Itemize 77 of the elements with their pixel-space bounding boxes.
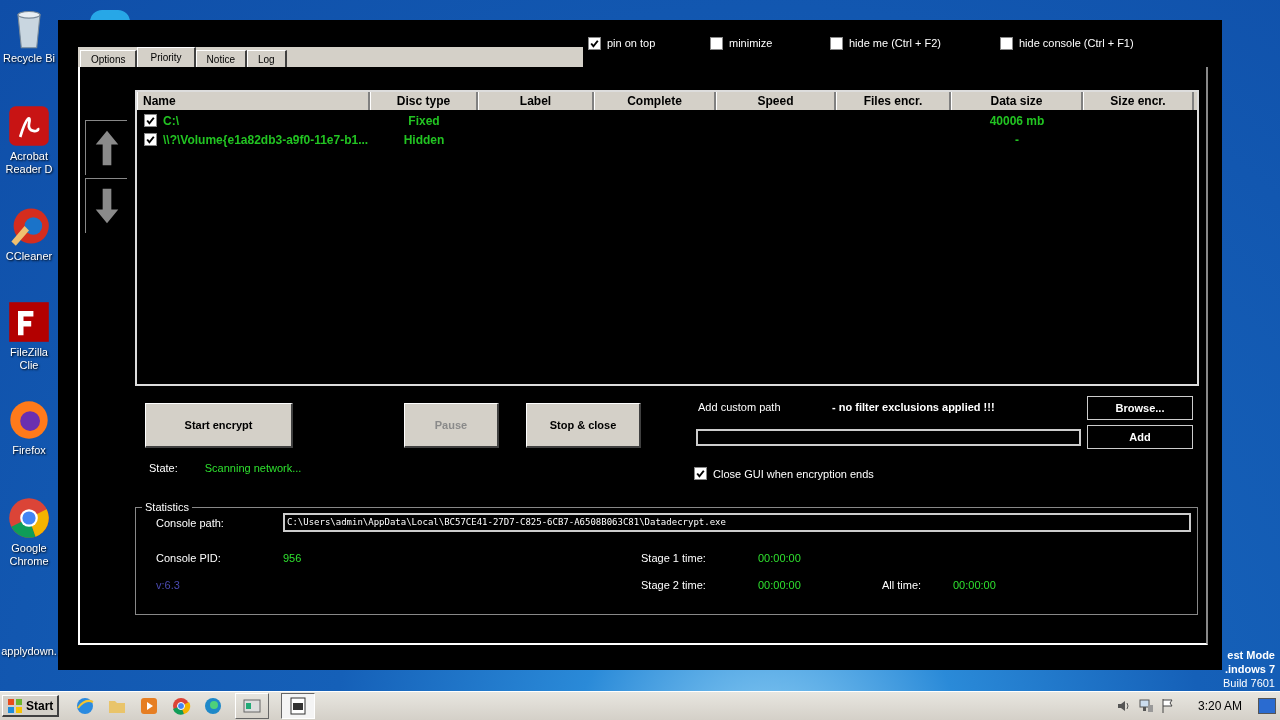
stage-time-label: Stage 1 time: xyxy=(641,551,707,564)
checkbox-label: Close GUI when encryption ends xyxy=(713,467,874,480)
state-value: Scanning network... xyxy=(204,462,302,474)
os-info-text: est Mode xyxy=(1227,648,1275,662)
table-cell: Fixed xyxy=(408,113,440,128)
console-path-field[interactable]: C:\Users\admin\AppData\Local\BC57CE41-27D7-C825-6CB7-A6508B063C81\Datadecrypt.exe xyxy=(283,513,1191,532)
tab[interactable]: Options xyxy=(80,50,138,67)
speaker-icon[interactable] xyxy=(1115,698,1132,714)
checkbox[interactable] xyxy=(588,36,601,50)
icon-label[interactable]: Recycle Bi xyxy=(3,52,55,65)
clock[interactable]: 3:20 AM xyxy=(1197,699,1242,713)
tab[interactable]: Priority xyxy=(137,47,196,67)
table-cell: \\?\Volume{e1a82db3-a9f0-11e7-b1... xyxy=(163,132,369,147)
pid-value: 956 xyxy=(283,551,303,564)
taskbar-button[interactable] xyxy=(281,693,316,719)
up-arrow-icon xyxy=(93,128,120,168)
column-header[interactable]: Files encr. xyxy=(836,92,951,110)
all-time-label: All time: xyxy=(882,578,923,591)
row-checkbox[interactable] xyxy=(144,114,157,127)
network-icon[interactable] xyxy=(1137,698,1154,714)
window-icon xyxy=(242,696,263,716)
option-label: minimize xyxy=(729,37,773,49)
column-header[interactable]: Disc type xyxy=(370,92,478,110)
icon-label[interactable]: Firefox xyxy=(12,444,46,457)
custom-path-field[interactable] xyxy=(696,428,1081,446)
start-button[interactable]: Start xyxy=(2,695,60,717)
media-player-icon[interactable] xyxy=(139,696,160,716)
os-info-text: Build 7601 xyxy=(1223,676,1275,690)
option-label: hide me (Ctrl + F2) xyxy=(849,37,941,49)
window-icon xyxy=(288,696,309,716)
custom-path-label: Add custom path xyxy=(698,401,782,413)
add-button[interactable]: Add xyxy=(1087,425,1193,449)
column-header[interactable]: Size encr. xyxy=(1083,92,1194,110)
move-up-button[interactable] xyxy=(85,120,127,175)
icon-label[interactable]: CCleaner xyxy=(5,250,53,263)
os-info-text: .indows 7 xyxy=(1224,662,1275,676)
column-header[interactable]: Speed xyxy=(716,92,836,110)
checkbox[interactable] xyxy=(1000,36,1013,50)
tab[interactable]: Notice xyxy=(195,50,247,67)
windows-logo-icon xyxy=(7,697,23,714)
console-path-label: Console path: xyxy=(156,516,225,529)
browse-button[interactable]: Browse... xyxy=(1087,396,1193,420)
table-cell: Hidden xyxy=(403,132,445,147)
column-header[interactable]: Data size xyxy=(951,92,1083,110)
pid-label: Console PID: xyxy=(156,551,222,564)
browser-icon[interactable] xyxy=(171,696,192,716)
checkbox[interactable] xyxy=(694,467,707,480)
table-cell: 40006 mb xyxy=(989,113,1045,128)
stage-time-label: Stage 2 time: xyxy=(641,578,707,591)
state-label: State: xyxy=(149,462,178,474)
all-time-value: 00:00:00 xyxy=(953,578,996,591)
option-label: hide console (Ctrl + F1) xyxy=(1019,37,1134,49)
stage-time-value: 00:00:00 xyxy=(758,578,802,591)
checkbox[interactable] xyxy=(710,36,723,50)
table-cell: - xyxy=(1015,132,1019,147)
tab[interactable]: Log xyxy=(246,50,287,67)
browser-icon[interactable] xyxy=(203,696,224,716)
down-arrow-icon xyxy=(93,186,120,226)
table-cell: C:\ xyxy=(163,113,179,128)
version-text: v:6.3 xyxy=(156,578,181,591)
icon-label[interactable]: Google Chrome xyxy=(0,542,58,568)
icon-label[interactable]: applydown. xyxy=(1,645,57,658)
stage-time-value: 00:00:00 xyxy=(758,551,802,564)
filter-note: - no filter exclusions applied !!! xyxy=(832,401,996,413)
option-label: pin on top xyxy=(607,37,656,49)
column-header[interactable]: Name xyxy=(137,92,370,110)
flag-icon[interactable] xyxy=(1159,698,1176,714)
checkbox[interactable] xyxy=(830,36,843,50)
icon-label[interactable]: Acrobat Reader D xyxy=(0,150,58,176)
browser-icon[interactable] xyxy=(75,696,96,716)
row-checkbox[interactable] xyxy=(144,133,157,146)
column-header[interactable]: Label xyxy=(478,92,594,110)
action-button[interactable]: Start encrypt xyxy=(145,403,293,448)
column-header[interactable]: Complete xyxy=(594,92,716,110)
group-title: Statistics xyxy=(144,501,190,513)
action-button[interactable]: Stop & close xyxy=(526,403,641,448)
icon-label[interactable]: FileZilla Clie xyxy=(0,346,58,372)
